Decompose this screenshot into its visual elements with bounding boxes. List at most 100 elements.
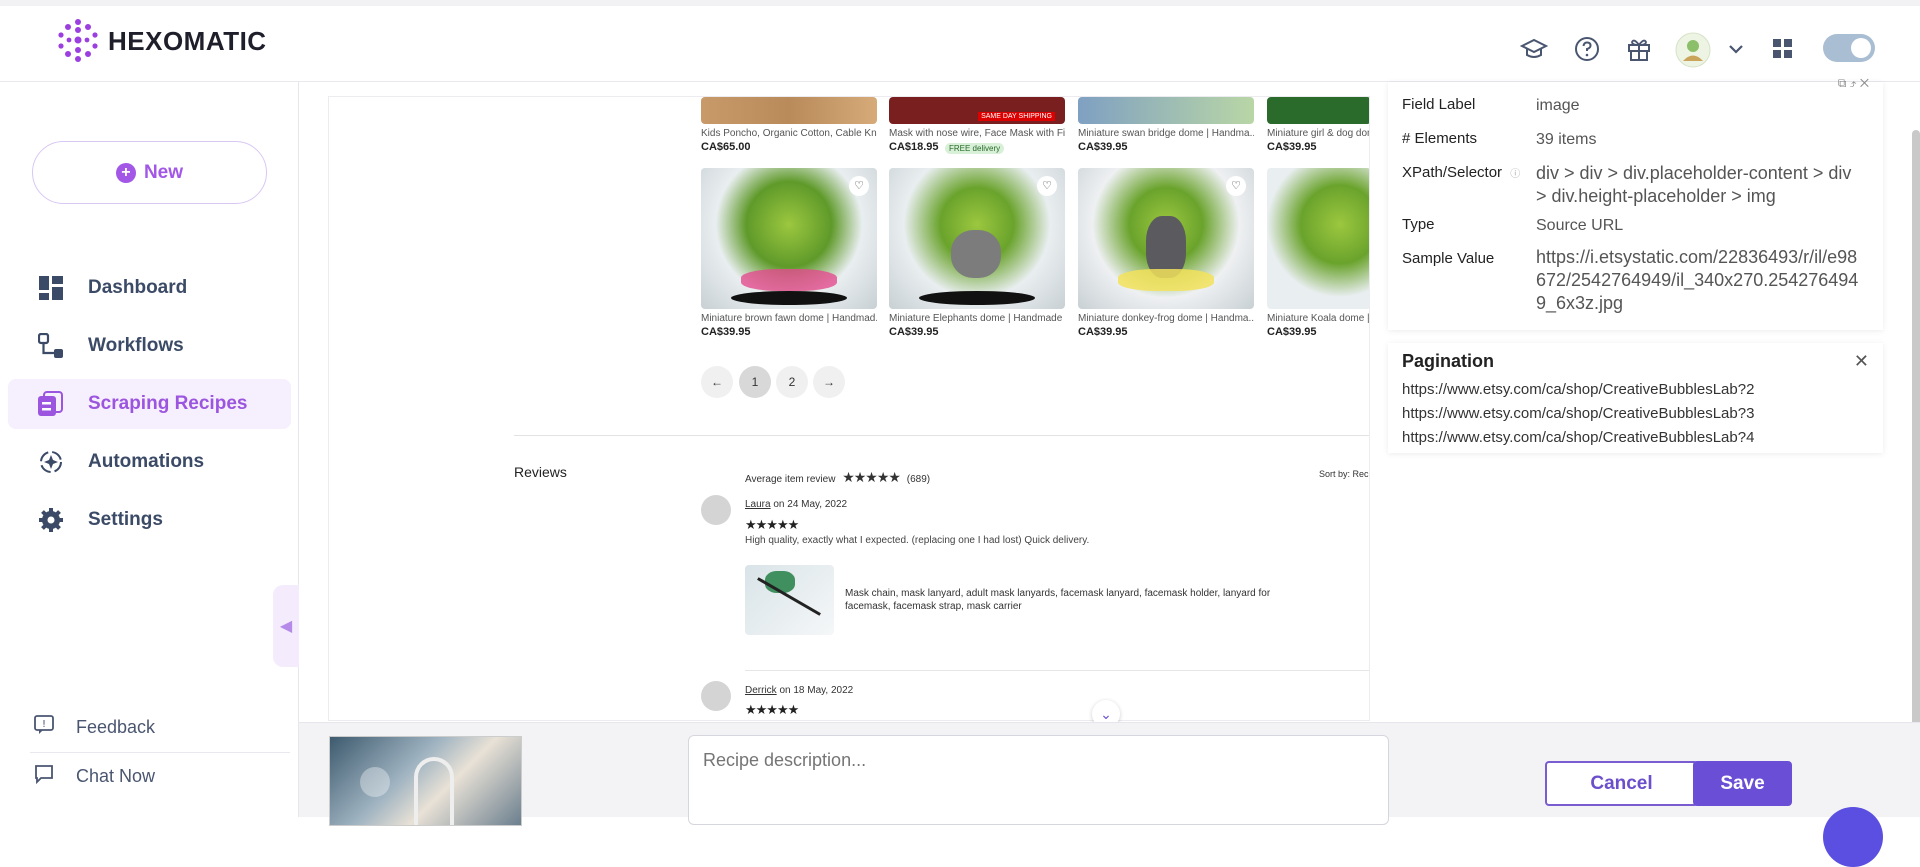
sidebar-item-label: Settings [88,509,163,530]
chevron-down-icon[interactable] [1719,32,1753,66]
product-caption[interactable]: Miniature girl & dog dom [1267,128,1369,139]
sample-value: https://i.etsystatic.com/22836493/r/il/e… [1536,247,1859,313]
feedback-link[interactable]: ! Feedback [34,709,155,745]
review-date: on 18 May, 2022 [779,685,854,696]
workflow-icon [36,331,66,361]
logo[interactable]: HEXOMATIC [56,18,267,64]
xpath-value: div > div > div.placeholder-content > di… [1536,163,1852,206]
product-image[interactable] [1078,97,1254,124]
chevron-left-icon: ◀ [279,618,293,635]
divider [514,435,1369,436]
field-info-card: ⧉ ⤴ ✕ Field Label image # Elements 39 it… [1388,76,1883,330]
type-value: Source URL [1536,217,1624,234]
gear-icon [36,505,66,535]
field-label-key: Field Label [1402,96,1476,113]
pagination-url[interactable]: https://www.etsy.com/ca/shop/CreativeBub… [1402,402,1754,426]
product-caption[interactable]: Miniature Koala dome | H [1267,313,1369,324]
reviewer-name[interactable]: Derrick [745,685,777,696]
pagination-url-list: https://www.etsy.com/ca/shop/CreativeBub… [1402,378,1754,450]
product-caption[interactable]: Kids Poncho, Organic Cotton, Cable Kn... [701,128,877,139]
divider [30,752,290,753]
review-item-image[interactable] [745,565,834,635]
page-preview[interactable]: SAME DAY SHIPPING Kids Poncho, Organic C… [328,96,1370,721]
bottom-bar: Cancel Save [299,722,1920,867]
pagination-url[interactable]: https://www.etsy.com/ca/shop/CreativeBub… [1402,426,1754,450]
page-1-button[interactable]: 1 [739,366,771,398]
product-image[interactable]: ♡ [701,168,877,309]
reviewer-avatar [701,681,731,711]
product-price: CA$39.95 [1267,326,1317,338]
product-price: CA$39.95 [701,326,751,338]
new-button[interactable]: + New [32,141,267,204]
product-caption[interactable]: Miniature donkey-frog dome | Handma... [1078,313,1254,324]
collapse-sidebar-button[interactable]: ◀ [273,585,299,667]
cancel-button[interactable]: Cancel [1545,761,1698,806]
review-date: on 24 May, 2022 [773,499,848,510]
product-price: CA$39.95 [889,326,939,338]
theme-toggle[interactable] [1823,34,1875,62]
svg-text:!: ! [42,719,46,730]
sidebar-item-automations[interactable]: Automations [8,437,291,487]
reviewer-avatar [701,495,731,525]
recipe-thumbnail[interactable] [329,736,522,826]
product-price: CA$39.95 [1078,326,1128,338]
pagination-url[interactable]: https://www.etsy.com/ca/shop/CreativeBub… [1402,378,1754,402]
sort-dropdown[interactable]: Sort by: Rec [1319,469,1369,479]
product-image[interactable]: ♡ [889,168,1065,309]
stars-rating: ★★★★★ [842,469,901,485]
review-header: Derrick on 18 May, 2022 [745,685,853,696]
scrollbar[interactable] [1912,130,1920,740]
chat-now-link[interactable]: Chat Now [34,758,155,794]
elements-key: # Elements [1402,130,1478,147]
close-icon[interactable]: ✕ [1854,351,1869,372]
chevron-down-icon: ⌄ [1100,706,1112,722]
sidebar-item-label: Scraping Recipes [88,393,248,414]
review-stars: ★★★★★ [745,517,799,532]
next-page-button[interactable]: → [813,366,845,398]
prev-page-button[interactable]: ← [701,366,733,398]
product-price: CA$39.95 [1078,141,1128,153]
type-key: Type [1402,216,1435,233]
ribbon-badge: SAME DAY SHIPPING [978,112,1055,121]
product-caption[interactable]: Miniature brown fawn dome | Handmad... [701,313,877,324]
product-caption[interactable]: Miniature Elephants dome | Handmade ... [889,313,1065,324]
new-button-label: New [143,161,184,183]
xpath-key: XPath/Selector ⓘ [1402,164,1520,181]
heart-icon[interactable]: ♡ [1226,176,1246,196]
sidebar-item-settings[interactable]: Settings [8,495,291,545]
heart-icon[interactable]: ♡ [849,176,869,196]
product-image[interactable]: ♡ [1078,168,1254,309]
page-2-button[interactable]: 2 [776,366,808,398]
save-button[interactable]: Save [1693,761,1792,806]
graduation-cap-icon[interactable] [1517,32,1551,66]
sidebar-item-workflows[interactable]: Workflows [8,321,291,371]
average-review: Average item review ★★★★★ (689) [745,469,930,486]
product-caption[interactable]: Miniature swan bridge dome | Handma... [1078,128,1254,139]
chat-widget-button[interactable] [1823,807,1883,867]
plus-icon: + [115,162,136,183]
info-icon[interactable]: ⓘ [1510,169,1520,180]
xpath-label: XPath/Selector [1402,164,1503,181]
app-name: HEXOMATIC [108,25,267,56]
scraping-recipes-icon [36,389,66,419]
apps-grid-icon[interactable] [1766,32,1800,66]
product-image[interactable]: SAME DAY SHIPPING [889,97,1065,124]
product-caption[interactable]: Mask with nose wire, Face Mask with Fil.… [889,128,1065,139]
recipe-description-input[interactable] [688,735,1389,825]
product-image[interactable] [1267,168,1369,309]
heart-icon[interactable]: ♡ [1037,176,1057,196]
sidebar-item-dashboard[interactable]: Dashboard [8,263,291,313]
help-circle-icon[interactable] [1570,32,1604,66]
reviewer-name[interactable]: Laura [745,499,771,510]
product-price: CA$65.00 [701,141,751,153]
sidebar-item-label: Dashboard [88,277,188,298]
card-toolbar-icons[interactable]: ⧉ ⤴ ✕ [1838,76,1869,91]
review-count: (689) [906,474,931,485]
product-image[interactable] [1267,97,1369,124]
product-image[interactable] [701,97,877,124]
avatar[interactable] [1675,32,1711,68]
review-item-title[interactable]: Mask chain, mask lanyard, adult mask lan… [845,587,1305,613]
sidebar-item-scraping-recipes[interactable]: Scraping Recipes [8,379,291,429]
sidebar-item-label: Automations [88,451,205,472]
gift-icon[interactable] [1622,32,1656,66]
